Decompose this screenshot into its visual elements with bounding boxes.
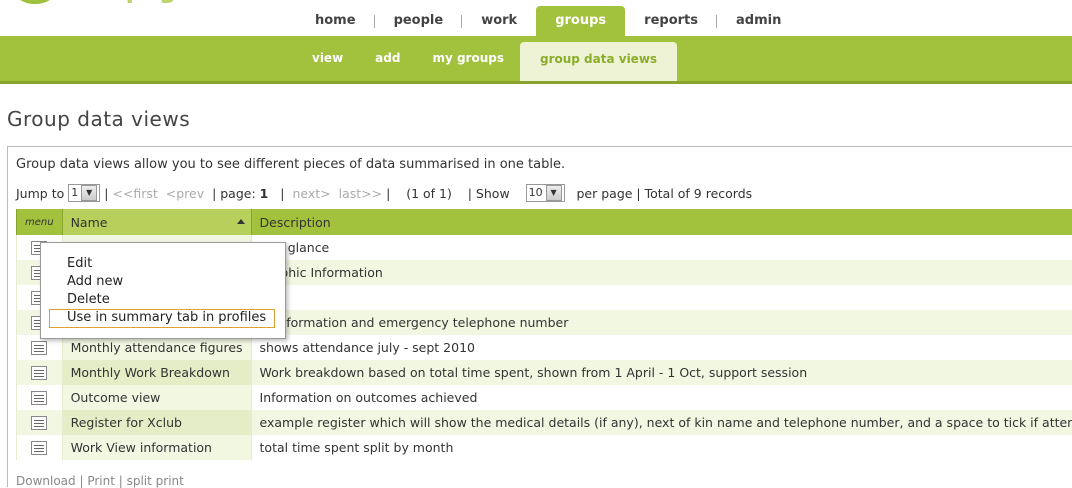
subtab-view[interactable]: view — [296, 42, 359, 81]
row-description: total time spent split by month — [251, 435, 1072, 460]
page-label: | page: — [212, 186, 256, 201]
row-description: shows attendance july - sept 2010 — [251, 335, 1072, 360]
chevron-down-icon: ▼ — [546, 185, 562, 201]
sub-nav: view add my groups group data views — [296, 42, 677, 81]
row-description: graphic Information — [251, 260, 1072, 285]
subtab-add[interactable]: add — [359, 42, 416, 81]
next-link[interactable]: next> — [292, 186, 330, 201]
row-description: al — [251, 285, 1072, 310]
jump-to-label: Jump to — [16, 186, 64, 201]
tab-people[interactable]: people — [375, 6, 463, 36]
tab-home[interactable]: home — [296, 6, 375, 36]
per-page-label: per page | Total of 9 records — [577, 186, 753, 201]
jump-to-select[interactable]: 1▼ — [68, 184, 100, 202]
table-row: Register for Xclub example register whic… — [17, 410, 1072, 435]
last-link[interactable]: last>> — [339, 186, 383, 201]
pager: Jump to 1▼ | <<first <prev | page: 1 | n… — [16, 184, 752, 202]
logo-text: esmpage — [70, 0, 192, 4]
row-name[interactable]: Register for Xclub — [62, 410, 251, 435]
row-name[interactable]: Monthly Work Breakdown — [62, 360, 251, 385]
intro-text: Group data views allow you to see differ… — [16, 157, 565, 172]
show-label: | Show — [468, 186, 510, 201]
row-menu-icon[interactable] — [31, 391, 47, 405]
table-row: Outcome view Information on outcomes ach… — [17, 385, 1072, 410]
table-row: Monthly Work Breakdown Work breakdown ba… — [17, 360, 1072, 385]
row-description: example register which will show the med… — [251, 410, 1072, 435]
row-description: al Information and emergency telephone n… — [251, 310, 1072, 335]
menu-item-add-new[interactable]: Add new — [67, 274, 123, 289]
row-description: Work breakdown based on total time spent… — [251, 360, 1072, 385]
first-link[interactable]: <<first — [112, 186, 157, 201]
menu-item-delete[interactable]: Delete — [67, 292, 110, 307]
column-header-name[interactable]: Name — [62, 209, 251, 235]
column-header-menu: menu — [17, 209, 63, 235]
tab-reports[interactable]: reports — [625, 6, 717, 36]
sort-ascending-icon — [237, 219, 245, 224]
row-name[interactable]: Work View information — [62, 435, 251, 460]
footer-links[interactable]: Download | Print | split print — [16, 474, 184, 488]
row-menu-icon[interactable] — [31, 366, 47, 380]
row-name[interactable]: Outcome view — [62, 385, 251, 410]
subtab-group-data-views[interactable]: group data views — [520, 42, 677, 81]
prev-link[interactable]: <prev — [166, 186, 204, 201]
menu-item-use-in-summary-tab[interactable]: Use in summary tab in profiles — [67, 310, 266, 325]
row-menu-icon[interactable] — [31, 416, 47, 430]
per-page-select[interactable]: 10▼ — [526, 184, 565, 202]
table-row: Work View information total time spent s… — [17, 435, 1072, 460]
page-title: Group data views — [7, 107, 190, 131]
page-count: (1 of 1) — [406, 186, 452, 201]
menu-item-edit[interactable]: Edit — [67, 256, 92, 271]
subtab-my-groups[interactable]: my groups — [416, 42, 520, 81]
row-description: at a glance — [251, 235, 1072, 260]
page-number: 1 — [260, 186, 269, 201]
row-menu-icon[interactable] — [31, 341, 47, 355]
logo-swoosh — [8, 0, 62, 4]
row-context-menu: Edit Add new Delete Use in summary tab i… — [40, 242, 286, 339]
tab-groups[interactable]: groups — [536, 6, 625, 36]
logo[interactable]: esmpage — [0, 0, 240, 8]
tab-work[interactable]: work — [462, 6, 536, 36]
top-nav: home people work groups reports admin — [296, 6, 800, 36]
tab-admin[interactable]: admin — [717, 6, 800, 36]
row-menu-icon[interactable] — [31, 441, 47, 455]
column-header-description[interactable]: Description — [251, 209, 1072, 235]
chevron-down-icon: ▼ — [81, 185, 97, 201]
row-description: Information on outcomes achieved — [251, 385, 1072, 410]
